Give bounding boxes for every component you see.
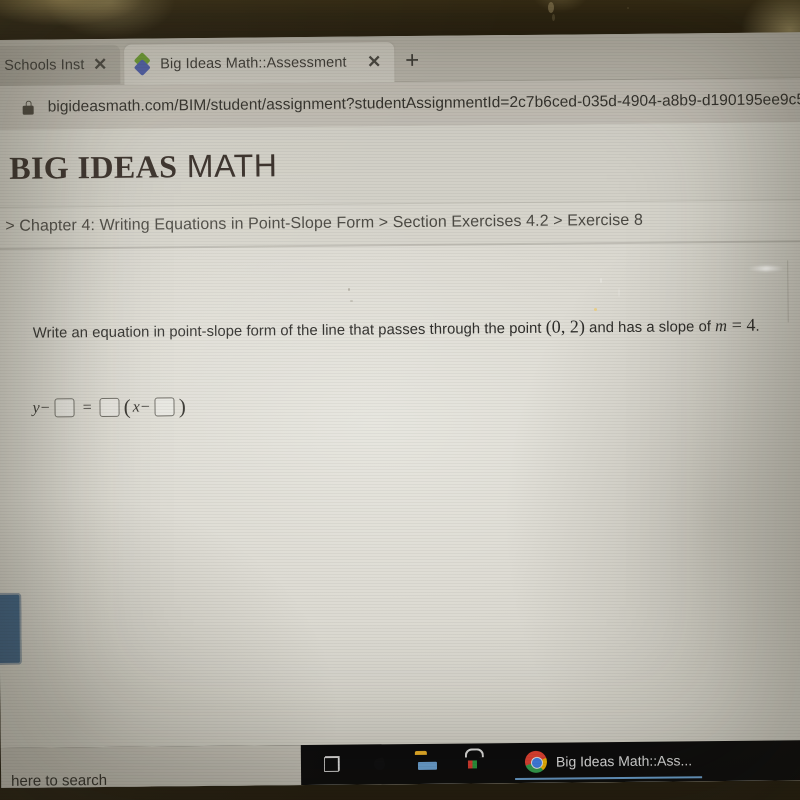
- logo-thin-word: MATH: [186, 147, 278, 185]
- breadcrumb[interactable]: 5 > Chapter 4: Writing Equations in Poin…: [0, 212, 643, 236]
- equation-minus-1: −: [40, 398, 50, 417]
- logo-bold-text: BIG IDEAS: [9, 148, 178, 186]
- pane-divider: [0, 240, 800, 250]
- windows-taskbar: here to search ❐ Big Ideas Math::Ass...: [0, 740, 800, 788]
- equation-open-paren: (: [123, 394, 131, 419]
- tab-close-icon[interactable]: ✕: [90, 55, 110, 75]
- prompt-slope-value: 4: [746, 314, 756, 335]
- tab-title: Big Ideas Math::Assessment: [160, 54, 347, 73]
- logo-thin-text: [177, 148, 187, 184]
- browser-address-bar[interactable]: bigideasmath.com/BIM/student/assignment?…: [0, 78, 800, 130]
- screen-area: Schools Instruct ✕ Big Ideas Math::Asses…: [0, 32, 800, 788]
- taskbar-pinned-icons: ❐: [301, 751, 485, 777]
- side-panel-tab[interactable]: [0, 592, 22, 666]
- big-ideas-math-logo[interactable]: BIG IDEAS MATH: [9, 147, 278, 187]
- prompt-point-value: (0, 2): [545, 316, 586, 337]
- taskbar-search-text: here to search: [11, 771, 108, 788]
- panel-seam-divider: [787, 260, 789, 323]
- prompt-slope-variable: m: [715, 315, 728, 336]
- exercise-prompt: Write an equation in point-slope form of…: [33, 315, 760, 343]
- tab-title: Schools Instruct: [4, 57, 85, 74]
- microsoft-store-icon[interactable]: [461, 751, 485, 775]
- equation-minus-2: −: [140, 398, 150, 416]
- address-bar-url[interactable]: bigideasmath.com/BIM/student/assignment?…: [48, 91, 800, 116]
- browser-tab-strip: Schools Instruct ✕ Big Ideas Math::Asses…: [0, 32, 800, 87]
- tab-close-icon[interactable]: ✕: [364, 52, 384, 72]
- browser-tab-schools-instruct[interactable]: Schools Instruct ✕: [0, 44, 121, 87]
- prompt-equals-sign: =: [731, 314, 742, 335]
- answer-input-box-2[interactable]: [99, 397, 120, 418]
- taskbar-window-label: Big Ideas Math::Ass...: [555, 752, 693, 770]
- task-view-icon[interactable]: ❐: [323, 753, 347, 777]
- page-viewport: BIG IDEAS MATH 5 > Chapter 4: Writing Eq…: [0, 122, 800, 788]
- big-ideas-math-favicon-icon: [133, 52, 151, 77]
- prompt-text-part2: and has a slope of: [584, 319, 716, 337]
- photographed-monitor: Schools Instruct ✕ Big Ideas Math::Asses…: [0, 0, 800, 800]
- new-tab-button[interactable]: +: [399, 47, 425, 76]
- lock-icon: [22, 100, 34, 115]
- equation-close-paren: ): [178, 394, 186, 419]
- answer-input-box-3[interactable]: [154, 397, 175, 417]
- equation-equals: =: [82, 398, 92, 416]
- equation-y-variable: y: [32, 399, 40, 417]
- browser-tab-big-ideas-math[interactable]: Big Ideas Math::Assessment ✕: [124, 42, 395, 85]
- chrome-icon: [524, 750, 548, 773]
- prompt-text-part1: Write an equation in point-slope form of…: [32, 320, 546, 342]
- edge-icon[interactable]: [369, 752, 393, 776]
- exercise-content-pane: Write an equation in point-slope form of…: [0, 240, 800, 788]
- equation-x-variable: x: [132, 398, 140, 416]
- answer-equation-row: y − = ( x − ): [31, 394, 187, 420]
- answer-input-box-1[interactable]: [54, 398, 75, 418]
- site-header: BIG IDEAS MATH: [0, 122, 800, 208]
- prompt-period: .: [755, 318, 760, 335]
- file-explorer-icon[interactable]: [415, 752, 439, 776]
- taskbar-active-window-chrome[interactable]: Big Ideas Math::Ass...: [514, 744, 703, 781]
- taskbar-search-box[interactable]: here to search: [0, 745, 302, 788]
